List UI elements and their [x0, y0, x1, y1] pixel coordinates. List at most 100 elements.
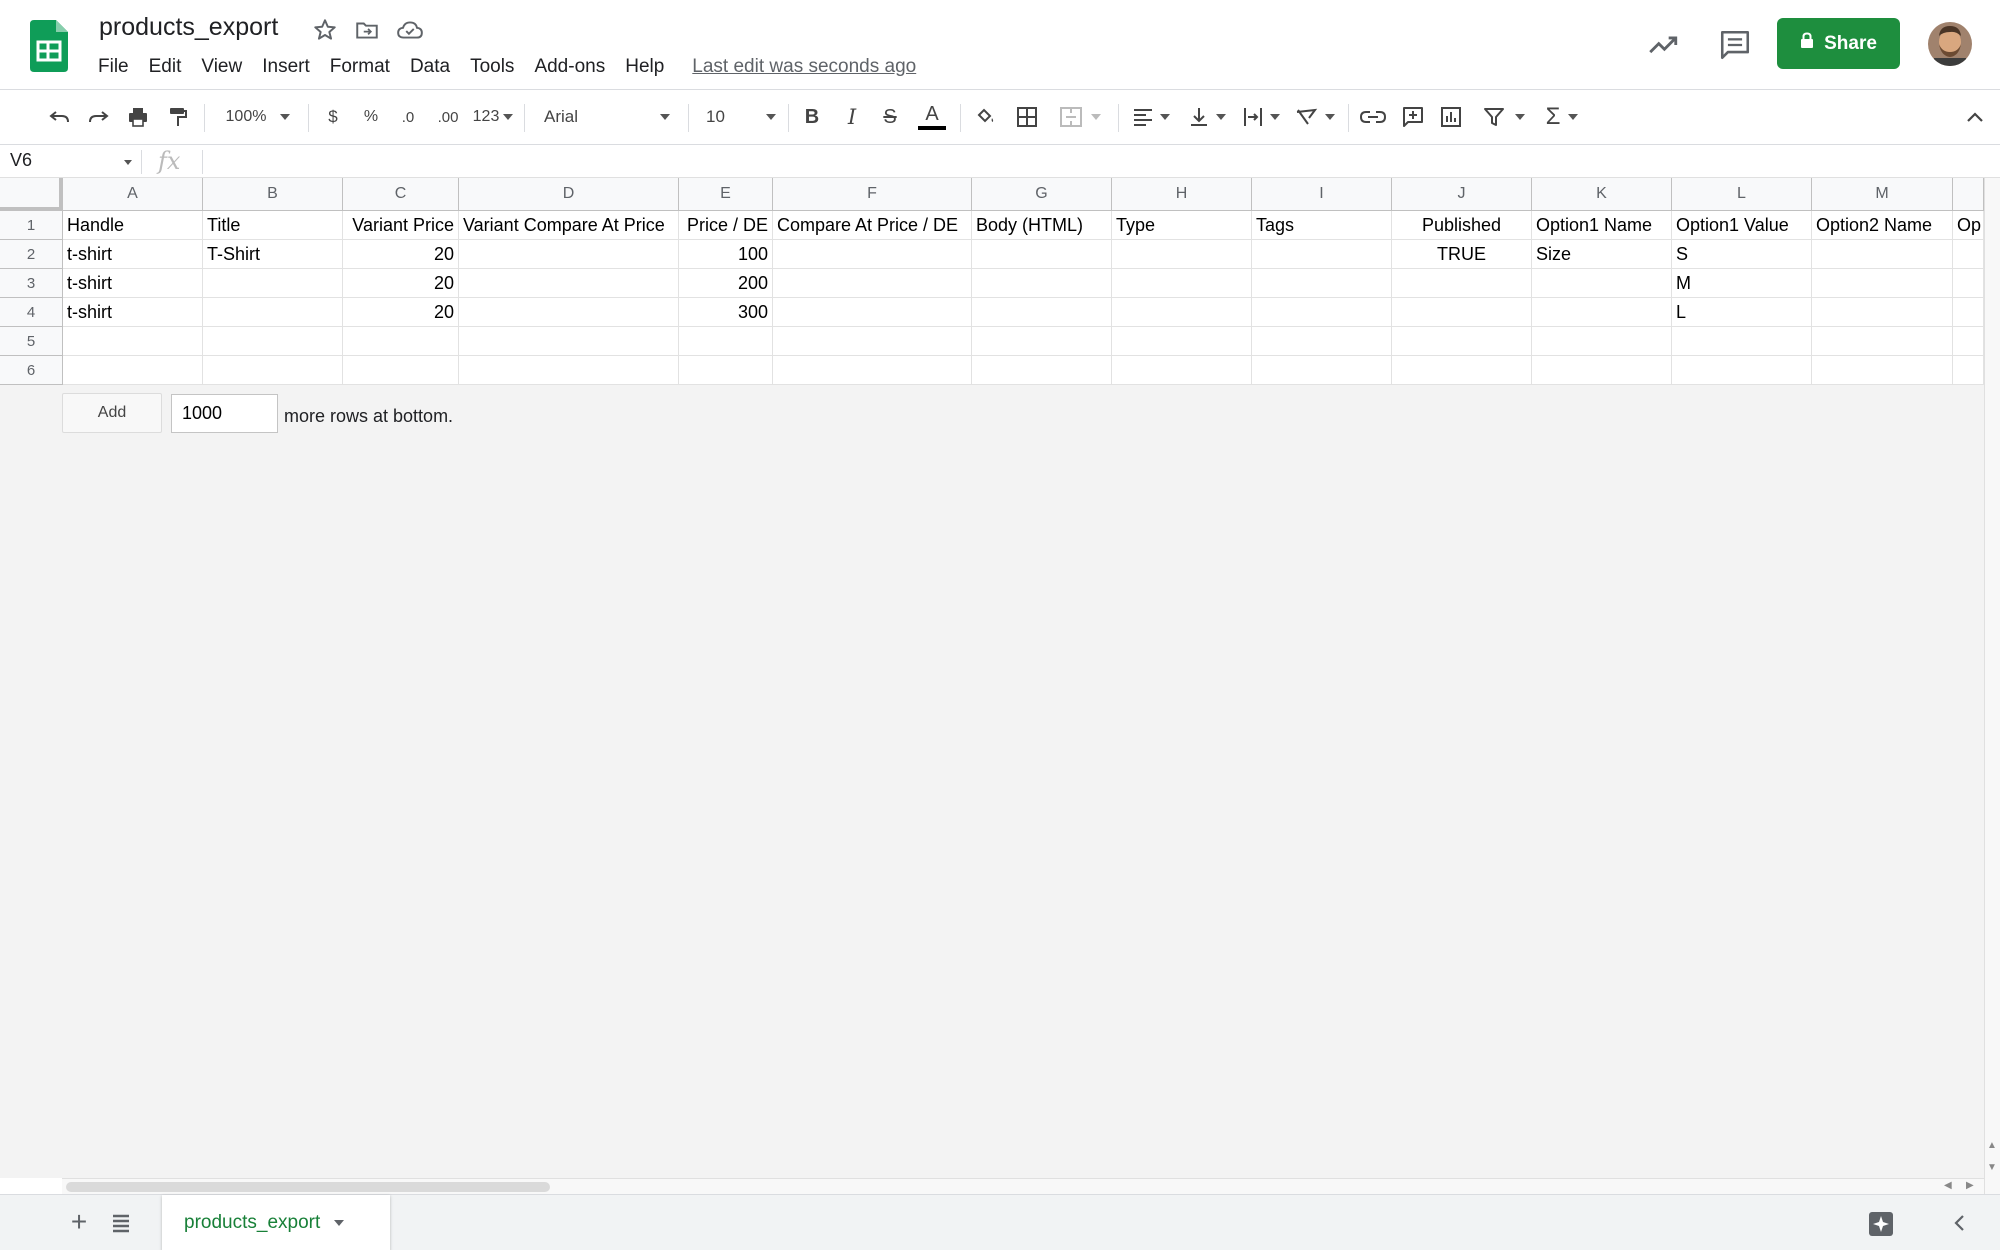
menu-help[interactable]: Help: [615, 54, 674, 80]
table-cell[interactable]: M: [1672, 269, 1812, 298]
move-folder-icon[interactable]: [354, 17, 380, 43]
row-header[interactable]: 6: [0, 356, 63, 385]
table-cell[interactable]: [1953, 269, 1984, 298]
table-cell[interactable]: [1252, 356, 1392, 385]
select-all-corner[interactable]: [0, 178, 63, 211]
table-cell[interactable]: [773, 327, 972, 356]
add-rows-button[interactable]: Add: [62, 393, 162, 433]
star-icon[interactable]: [312, 17, 338, 43]
table-cell[interactable]: [1953, 356, 1984, 385]
avatar[interactable]: [1928, 22, 1972, 66]
column-header[interactable]: K: [1532, 178, 1672, 211]
menu-data[interactable]: Data: [400, 54, 460, 80]
table-cell[interactable]: t-shirt: [63, 269, 203, 298]
header-cell[interactable]: Tags: [1252, 211, 1392, 240]
horizontal-align-icon[interactable]: [1128, 102, 1174, 132]
column-header[interactable]: [1953, 178, 1984, 211]
vertical-align-icon[interactable]: [1184, 102, 1230, 132]
more-formats-select[interactable]: 123: [470, 102, 516, 132]
header-cell[interactable]: Type: [1112, 211, 1252, 240]
table-cell[interactable]: [343, 327, 459, 356]
last-edit-link[interactable]: Last edit was seconds ago: [692, 54, 916, 80]
table-cell[interactable]: 20: [343, 240, 459, 269]
table-cell[interactable]: [203, 298, 343, 327]
table-cell[interactable]: [459, 356, 679, 385]
column-header[interactable]: E: [679, 178, 773, 211]
column-header[interactable]: B: [203, 178, 343, 211]
table-cell[interactable]: [972, 327, 1112, 356]
insert-comment-icon[interactable]: [1398, 102, 1428, 132]
row-header[interactable]: 4: [0, 298, 63, 327]
table-cell[interactable]: [1112, 356, 1252, 385]
row-header[interactable]: 5: [0, 327, 63, 356]
table-cell[interactable]: [459, 327, 679, 356]
menu-edit[interactable]: Edit: [139, 54, 192, 80]
table-cell[interactable]: 200: [679, 269, 773, 298]
fill-color-icon[interactable]: [970, 102, 1000, 132]
header-cell[interactable]: Variant Compare At Price: [459, 211, 679, 240]
table-cell[interactable]: [203, 356, 343, 385]
table-cell[interactable]: 20: [343, 298, 459, 327]
table-cell[interactable]: [459, 240, 679, 269]
header-cell[interactable]: Option1 Name: [1532, 211, 1672, 240]
merge-cells-icon[interactable]: [1052, 102, 1108, 132]
table-cell[interactable]: [1392, 327, 1532, 356]
sheet-tab-products-export[interactable]: products_export: [162, 1195, 390, 1250]
comment-icon[interactable]: [1718, 28, 1752, 62]
column-header[interactable]: G: [972, 178, 1112, 211]
header-cell[interactable]: Option1 Value: [1672, 211, 1812, 240]
table-cell[interactable]: [972, 298, 1112, 327]
table-cell[interactable]: [679, 327, 773, 356]
column-header[interactable]: M: [1812, 178, 1953, 211]
table-cell[interactable]: [972, 269, 1112, 298]
insert-chart-icon[interactable]: [1436, 102, 1466, 132]
table-cell[interactable]: [972, 240, 1112, 269]
filter-icon[interactable]: [1476, 102, 1532, 132]
scroll-up-icon[interactable]: ▲: [1987, 1140, 1997, 1151]
menu-view[interactable]: View: [191, 54, 252, 80]
chevron-down-icon[interactable]: [124, 160, 132, 165]
table-cell[interactable]: Size: [1532, 240, 1672, 269]
row-header[interactable]: 1: [0, 211, 63, 240]
insert-link-icon[interactable]: [1358, 102, 1388, 132]
table-cell[interactable]: [1392, 356, 1532, 385]
table-cell[interactable]: [1252, 327, 1392, 356]
table-cell[interactable]: [1112, 298, 1252, 327]
table-cell[interactable]: [1252, 298, 1392, 327]
vertical-scrollbar[interactable]: [1984, 178, 2000, 1194]
cloud-saved-icon[interactable]: [396, 17, 423, 43]
text-color-icon[interactable]: A: [916, 102, 948, 132]
table-cell[interactable]: [63, 356, 203, 385]
column-header[interactable]: F: [773, 178, 972, 211]
chevron-down-icon[interactable]: [334, 1220, 345, 1226]
table-cell[interactable]: T-Shirt: [203, 240, 343, 269]
table-cell[interactable]: [1532, 356, 1672, 385]
scroll-left-icon[interactable]: ◀: [1944, 1180, 1952, 1191]
document-title[interactable]: products_export: [99, 13, 278, 42]
trend-icon[interactable]: [1646, 28, 1680, 62]
header-cell[interactable]: Published: [1392, 211, 1532, 240]
column-header[interactable]: H: [1112, 178, 1252, 211]
collapse-toolbar-icon[interactable]: [1962, 102, 1988, 132]
name-box[interactable]: V6: [10, 150, 32, 171]
all-sheets-icon[interactable]: [106, 1207, 136, 1237]
table-cell[interactable]: [1812, 269, 1953, 298]
table-cell[interactable]: 100: [679, 240, 773, 269]
table-cell[interactable]: [773, 356, 972, 385]
currency-format-button[interactable]: $: [318, 102, 348, 132]
column-header[interactable]: L: [1672, 178, 1812, 211]
borders-icon[interactable]: [1012, 102, 1042, 132]
table-cell[interactable]: L: [1672, 298, 1812, 327]
bold-icon[interactable]: B: [798, 102, 826, 132]
table-cell[interactable]: [459, 298, 679, 327]
menu-tools[interactable]: Tools: [460, 54, 524, 80]
menu-format[interactable]: Format: [320, 54, 400, 80]
row-header[interactable]: 2: [0, 240, 63, 269]
column-header[interactable]: D: [459, 178, 679, 211]
table-cell[interactable]: [1672, 327, 1812, 356]
column-header[interactable]: A: [63, 178, 203, 211]
table-cell[interactable]: [1953, 240, 1984, 269]
table-cell[interactable]: [1532, 298, 1672, 327]
explore-icon[interactable]: [1866, 1209, 1896, 1239]
table-cell[interactable]: S: [1672, 240, 1812, 269]
